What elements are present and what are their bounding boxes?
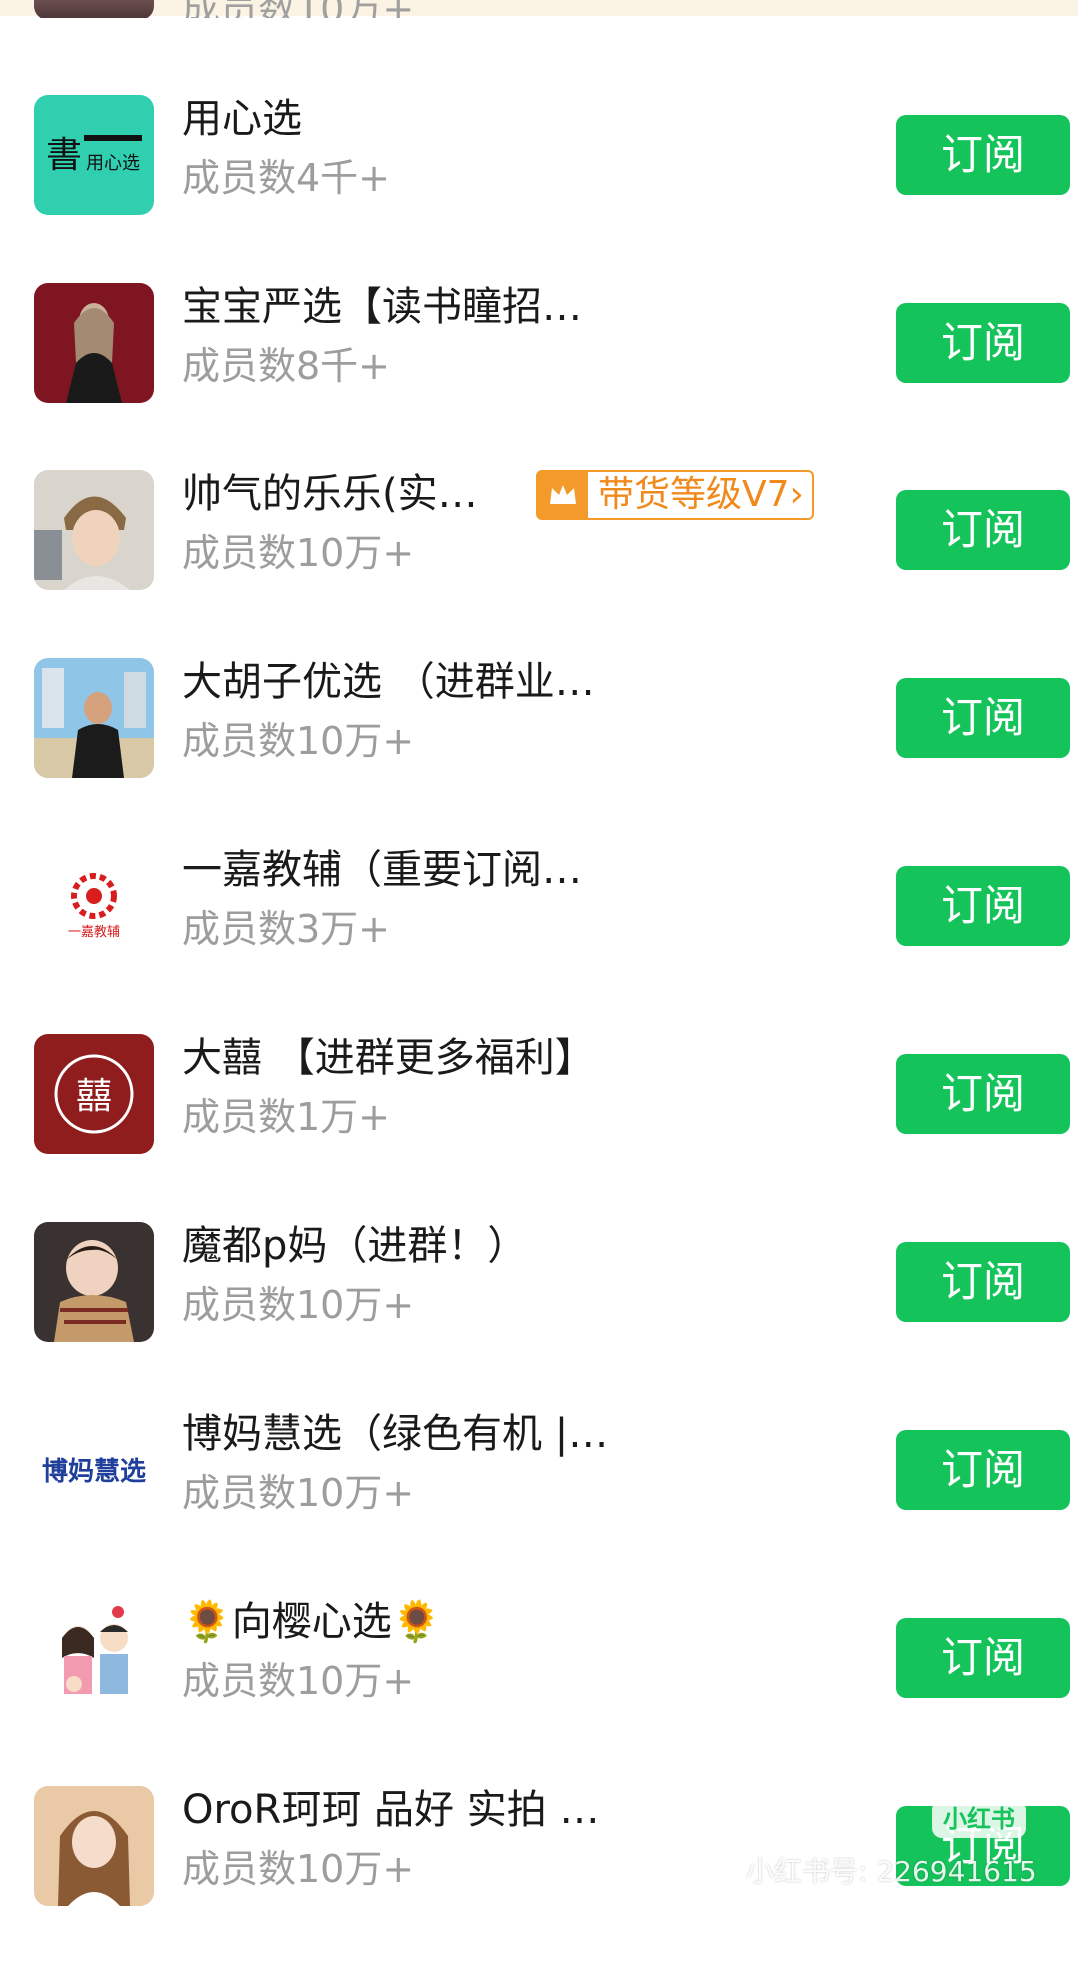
svg-text:博妈慧选: 博妈慧选 xyxy=(42,1457,146,1487)
crown-icon xyxy=(538,472,588,518)
subscribe-button[interactable]: 订阅 xyxy=(896,1618,1070,1698)
subscribe-button[interactable]: 订阅 xyxy=(896,490,1070,570)
watermark-text: 小红书号: 226941615 xyxy=(746,1855,1037,1888)
list-item[interactable]: 魔都p妈（进群！） 成员数10万+ 订阅 xyxy=(0,1222,1078,1410)
subscribe-button[interactable]: 订阅 xyxy=(896,303,1070,383)
member-count: 成员数10万+ xyxy=(182,1471,415,1515)
list-item[interactable]: 博妈慧选 博妈慧选（绿色有机 |… 成员数10万+ 订阅 xyxy=(0,1410,1078,1598)
member-count: 成员数10万+ xyxy=(182,1847,415,1891)
list-item[interactable]: 🌻向樱心选🌻 成员数10万+ 订阅 xyxy=(0,1598,1078,1786)
subscribe-button[interactable]: 订阅 xyxy=(896,1242,1070,1322)
member-count: 成员数10万+ xyxy=(182,0,414,18)
avatar xyxy=(34,1598,154,1718)
group-name: 用心选 xyxy=(182,96,302,142)
subscribe-button[interactable]: 订阅 xyxy=(896,115,1070,195)
list-item[interactable]: 囍 大囍 【进群更多福利】 成员数1万+ 订阅 xyxy=(0,1034,1078,1222)
avatar: 書 用心选 xyxy=(34,95,154,215)
group-name: 大胡子优选 （进群业… xyxy=(182,659,595,705)
svg-text:用心选: 用心选 xyxy=(86,153,140,174)
avatar xyxy=(34,1222,154,1342)
group-name: OroR珂珂 品好 实拍 … xyxy=(182,1787,600,1833)
subscribe-button[interactable]: 订阅 xyxy=(896,1054,1070,1134)
member-count: 成员数10万+ xyxy=(182,531,415,575)
group-name: 魔都p妈（进群！） xyxy=(182,1223,528,1269)
woman-illustration-icon xyxy=(34,283,154,403)
avatar: 一嘉教辅 xyxy=(34,846,154,966)
chevron-right-icon: › xyxy=(789,474,804,515)
text-logo-icon: 博妈慧选 xyxy=(34,1410,154,1530)
avatar xyxy=(34,658,154,778)
avatar: 囍 xyxy=(34,1034,154,1154)
family-cartoon-icon xyxy=(34,1598,154,1718)
person-photo-icon xyxy=(34,470,154,590)
avatar xyxy=(34,1786,154,1906)
avatar xyxy=(34,470,154,590)
double-happiness-logo-icon: 囍 xyxy=(34,1034,154,1154)
woman-photo-icon xyxy=(34,1786,154,1906)
member-count: 成员数10万+ xyxy=(182,1283,415,1327)
watermark-logo: 小红书 xyxy=(932,1800,1026,1838)
avatar: 博妈慧选 xyxy=(34,1410,154,1530)
group-name: 帅气的乐乐(实… xyxy=(182,471,478,517)
group-name: 宝宝严选【读书瞳招… xyxy=(182,284,582,330)
svg-text:一嘉教辅: 一嘉教辅 xyxy=(68,924,120,940)
list-item[interactable]: 宝宝严选【读书瞳招… 成员数8千+ 订阅 xyxy=(0,283,1078,471)
list-item[interactable]: 帅气的乐乐(实… 带货等级V7› 成员数10万+ 订阅 xyxy=(0,470,1078,658)
group-name: 🌻向樱心选🌻 xyxy=(182,1599,442,1645)
person-photo-icon xyxy=(34,658,154,778)
list-item[interactable]: 一嘉教辅 一嘉教辅（重要订阅… 成员数3万+ 订阅 xyxy=(0,846,1078,1034)
group-name: 博妈慧选（绿色有机 |… xyxy=(182,1411,609,1457)
member-count: 成员数4千+ xyxy=(182,156,391,200)
list-item[interactable]: 大胡子优选 （进群业… 成员数10万+ 订阅 xyxy=(0,658,1078,846)
gear-logo-icon: 一嘉教辅 xyxy=(34,846,154,966)
member-count: 成员数3万+ xyxy=(182,907,391,951)
avatar xyxy=(34,0,154,18)
subscribe-button[interactable]: 订阅 xyxy=(896,866,1070,946)
group-name: 一嘉教辅（重要订阅… xyxy=(182,847,582,893)
svg-text:書: 書 xyxy=(46,135,82,176)
book-logo-icon: 書 用心选 xyxy=(34,95,154,215)
svg-text:囍: 囍 xyxy=(76,1076,112,1117)
partial-list-item[interactable]: 成员数10万+ xyxy=(0,0,1078,18)
subscribe-button[interactable]: 订阅 xyxy=(896,678,1070,758)
badge-label: 带货等级V7› xyxy=(598,474,804,515)
member-count: 成员数10万+ xyxy=(182,719,415,763)
group-name: 大囍 【进群更多福利】 xyxy=(182,1035,595,1081)
baby-photo-icon xyxy=(34,1222,154,1342)
member-count: 成员数1万+ xyxy=(182,1095,391,1139)
member-count: 成员数8千+ xyxy=(182,344,391,388)
list-item[interactable]: 書 用心选 用心选 成员数4千+ 订阅 xyxy=(0,95,1078,283)
sales-level-badge[interactable]: 带货等级V7› xyxy=(536,470,814,520)
member-count: 成员数10万+ xyxy=(182,1659,415,1703)
avatar xyxy=(34,283,154,403)
subscribe-button[interactable]: 订阅 xyxy=(896,1430,1070,1510)
